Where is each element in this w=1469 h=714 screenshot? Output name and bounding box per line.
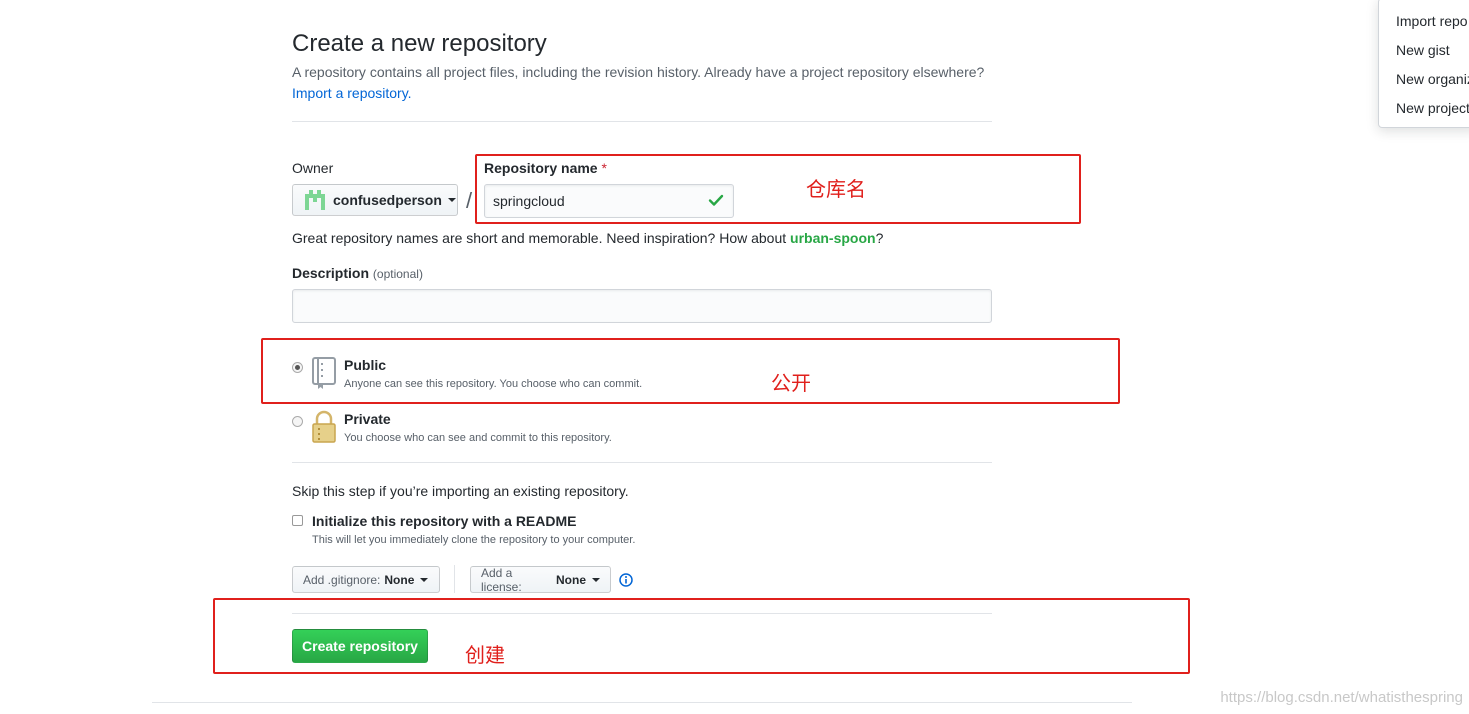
page-title: Create a new repository <box>292 30 547 57</box>
name-suggestion[interactable]: urban-spoon <box>790 230 876 246</box>
chevron-down-icon <box>592 577 600 582</box>
owner-label: Owner <box>292 160 334 176</box>
menu-item-import-repository[interactable]: Import repo <box>1396 13 1468 29</box>
annotation-box-create <box>213 598 1190 674</box>
import-repository-link[interactable]: Import a repository. <box>292 85 412 101</box>
chevron-down-icon <box>447 198 456 202</box>
owner-avatar <box>305 190 325 210</box>
owner-value: confusedperson <box>333 192 442 208</box>
new-dropdown-menu: Import repo New gist New organiz New pro… <box>1378 0 1469 128</box>
page-subtitle: A repository contains all project files,… <box>292 64 985 80</box>
description-label: Description (optional) <box>292 265 423 281</box>
footer-divider <box>152 702 1132 703</box>
private-option-title: Private <box>344 411 391 427</box>
chevron-down-icon <box>420 577 429 582</box>
private-option-note: You choose who can see and commit to thi… <box>344 432 612 444</box>
visibility-divider <box>292 462 992 463</box>
description-input[interactable] <box>292 289 992 323</box>
owner-repo-separator: / <box>466 188 473 213</box>
menu-item-new-project[interactable]: New project <box>1396 100 1469 116</box>
menu-item-new-organization[interactable]: New organiz <box>1396 71 1469 87</box>
skip-note: Skip this step if you’re importing an ex… <box>292 483 629 499</box>
annotation-public: 公开 <box>771 371 811 395</box>
owner-select[interactable]: confusedperson <box>292 184 458 216</box>
watermark: https://blog.csdn.net/whatisthespring <box>1220 689 1463 706</box>
repo-name-hint: Great repository names are short and mem… <box>292 230 884 246</box>
readme-note: This will let you immediately clone the … <box>312 534 636 546</box>
gitignore-select[interactable]: Add .gitignore: None <box>292 566 440 593</box>
annotation-box-public <box>261 338 1120 404</box>
annotation-create: 创建 <box>465 643 505 667</box>
info-icon[interactable] <box>619 573 633 587</box>
readme-label[interactable]: Initialize this repository with a README <box>312 513 576 529</box>
options-separator <box>454 565 455 593</box>
license-select[interactable]: Add a license: None <box>470 566 611 594</box>
menu-item-new-gist[interactable]: New gist <box>1396 42 1450 58</box>
private-radio[interactable] <box>292 416 303 427</box>
readme-checkbox[interactable] <box>292 515 303 526</box>
annotation-box-repo-name <box>475 154 1081 224</box>
lock-icon <box>312 410 336 443</box>
annotation-repo-name: 仓库名 <box>806 177 866 201</box>
header-divider <box>292 121 992 122</box>
